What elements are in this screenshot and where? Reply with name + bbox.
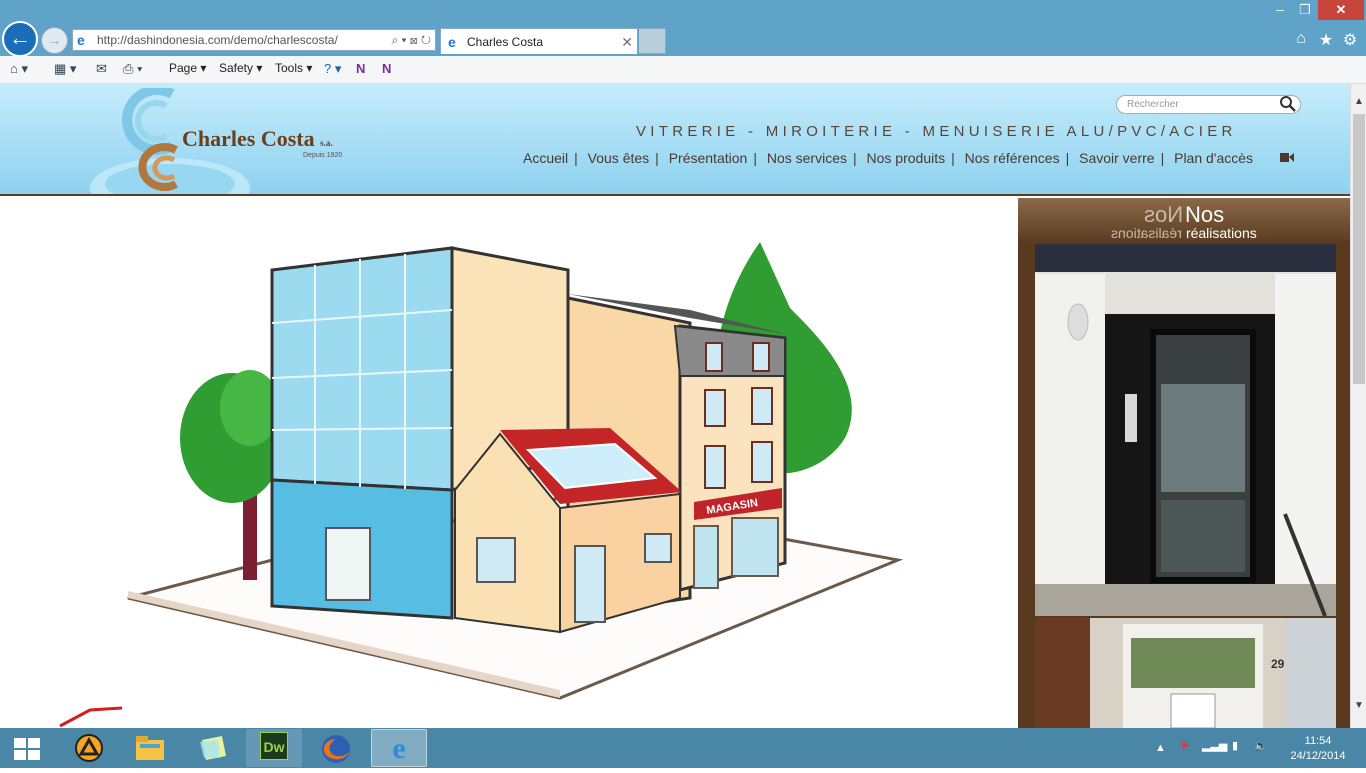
internet-explorer-app-icon[interactable]: e: [371, 729, 427, 767]
nav-separator: |: [753, 150, 757, 166]
sidebar-subtitle-mirror: réalisations: [1111, 225, 1183, 241]
home-icon[interactable]: ⌂ ▾: [10, 61, 28, 77]
scroll-up-icon[interactable]: ▲: [1351, 96, 1366, 112]
video-camera-icon[interactable]: [1280, 152, 1294, 163]
scroll-thumb[interactable]: [1353, 114, 1365, 384]
address-tools-icon[interactable]: ⌕ ▾ ⊠ ↻: [391, 30, 431, 50]
logo-since: Depuis 1920: [303, 152, 343, 159]
sidebar-subtitle-text: réalisations: [1185, 225, 1257, 241]
tab-title: Charles Costa: [467, 35, 544, 49]
page-menu-label: Page: [169, 61, 198, 75]
help-icon[interactable]: ? ▾: [324, 61, 341, 77]
forward-button[interactable]: →: [41, 27, 68, 54]
nav-item-nos-produits[interactable]: Nos produits: [867, 150, 946, 166]
nav-item-nos-services[interactable]: Nos services: [767, 150, 847, 166]
logo-suffix: s.a.: [320, 138, 333, 148]
action-center-flag-icon[interactable]: ⚑: [1180, 740, 1190, 753]
print-icon[interactable]: ⎙ ▾: [123, 61, 142, 77]
maximize-button[interactable]: ❐: [1296, 0, 1314, 20]
house-number: 29: [1271, 657, 1285, 671]
dreamweaver-label: Dw: [260, 732, 288, 760]
realisation-photo-entrance[interactable]: 29: [1035, 618, 1336, 728]
browser-titlebar: ← → e http://dashindonesia.com/demo/char…: [0, 0, 1366, 57]
windows-start-icon[interactable]: [14, 738, 40, 760]
logo-name-text: Charles Costa: [182, 126, 315, 151]
battery-icon[interactable]: ▮: [1232, 739, 1238, 752]
tools-menu-label: Tools: [275, 61, 304, 75]
minimize-button[interactable]: –: [1271, 0, 1289, 20]
network-signal-icon[interactable]: ▂▃▅: [1202, 739, 1227, 752]
taskbar-clock[interactable]: 11:54 24/12/2014: [1282, 734, 1354, 764]
windows-taskbar: Dw e ▲ ⚑ ▂▃▅ ▮ 🔈 11:54 24/12/2014: [0, 728, 1366, 768]
clock-date: 24/12/2014: [1290, 750, 1346, 762]
avast-app-icon[interactable]: [74, 733, 104, 763]
nav-item-nos-references[interactable]: Nos références: [965, 150, 1060, 166]
onenote-linked-icon[interactable]: N: [382, 61, 391, 76]
nav-separator: |: [574, 150, 578, 166]
sidebar-subtitle: réalisations réalisations: [1018, 225, 1350, 241]
realisation-photo-door[interactable]: [1035, 244, 1336, 616]
new-tab-button[interactable]: [639, 28, 666, 54]
nav-item-presentation[interactable]: Présentation: [669, 150, 748, 166]
close-window-button[interactable]: ✕: [1318, 0, 1364, 20]
sidebar-header: NosNos réalisations réalisations: [1018, 198, 1350, 244]
ie-favicon-icon: e: [77, 32, 85, 48]
tray-expand-icon[interactable]: ▲: [1155, 742, 1166, 754]
nav-item-savoir-verre[interactable]: Savoir verre: [1079, 150, 1154, 166]
volume-icon[interactable]: 🔈: [1254, 739, 1268, 752]
address-bar[interactable]: e http://dashindonesia.com/demo/charlesc…: [72, 29, 436, 51]
realisations-sidebar: NosNos réalisations réalisations 29: [1018, 198, 1350, 728]
nav-item-accueil[interactable]: Accueil: [523, 150, 568, 166]
sidebar-title-text: Nos: [1185, 202, 1225, 227]
safety-menu[interactable]: Safety ▾: [219, 61, 262, 75]
favorites-star-icon[interactable]: ★: [1316, 30, 1336, 50]
nav-separator: |: [1160, 150, 1165, 166]
feeds-icon[interactable]: ▦ ▾: [54, 61, 76, 77]
page-menu[interactable]: Page ▾: [169, 61, 206, 75]
page-scrollbar[interactable]: ▲ ▼: [1350, 84, 1366, 728]
nav-separator: |: [655, 150, 659, 166]
home-icon[interactable]: ⌂: [1291, 30, 1311, 50]
safety-menu-label: Safety: [219, 61, 254, 75]
tab-charles-costa[interactable]: e Charles Costa ✕: [440, 28, 638, 54]
address-url: http://dashindonesia.com/demo/charlescos…: [97, 33, 338, 47]
close-tab-icon[interactable]: ✕: [621, 29, 633, 55]
dreamweaver-app-icon[interactable]: Dw: [246, 729, 302, 767]
clock-time: 11:54: [1304, 735, 1332, 747]
command-bar: ⌂ ▾ ▦ ▾ ✉ ⎙ ▾ Page ▾ Safety ▾ Tools ▾ ? …: [0, 56, 1366, 84]
nav-item-vous-etes[interactable]: Vous êtes: [588, 150, 650, 166]
firefox-app-icon[interactable]: [320, 733, 352, 765]
main-nav: Accueil | Vous êtes | Présentation | Nos se…: [523, 150, 1253, 166]
nav-separator: |: [1065, 150, 1070, 166]
scroll-down-icon[interactable]: ▼: [1351, 700, 1366, 716]
settings-gear-icon[interactable]: ⚙: [1340, 30, 1360, 50]
mail-icon[interactable]: ✉: [96, 61, 107, 77]
nav-separator: |: [951, 150, 955, 166]
logo-name[interactable]: Charles Costa s.a.: [182, 126, 333, 152]
site-header: Charles Costa s.a. Depuis 1920 Recherche…: [0, 84, 1350, 196]
file-explorer-icon[interactable]: [134, 734, 166, 762]
tools-menu[interactable]: Tools ▾: [275, 61, 312, 75]
back-button[interactable]: ←: [2, 21, 38, 57]
nav-item-plan-acces[interactable]: Plan d'accès: [1174, 150, 1253, 166]
building-illustration-svg: MAGASIN: [59, 242, 904, 728]
nav-separator: |: [852, 150, 857, 166]
onenote-icon[interactable]: N: [356, 61, 365, 76]
building-illustration: MAGASIN: [0, 198, 1018, 728]
sticky-notes-icon[interactable]: [198, 734, 228, 762]
tab-favicon-icon: e: [448, 34, 456, 50]
search-input[interactable]: Rechercher: [1116, 95, 1301, 114]
tagline: VITRERIE - MIROITERIE - MENUISERIE ALU/P…: [636, 123, 1237, 140]
search-icon[interactable]: [1279, 95, 1297, 113]
ie-taskbar-icon: e: [392, 732, 406, 765]
